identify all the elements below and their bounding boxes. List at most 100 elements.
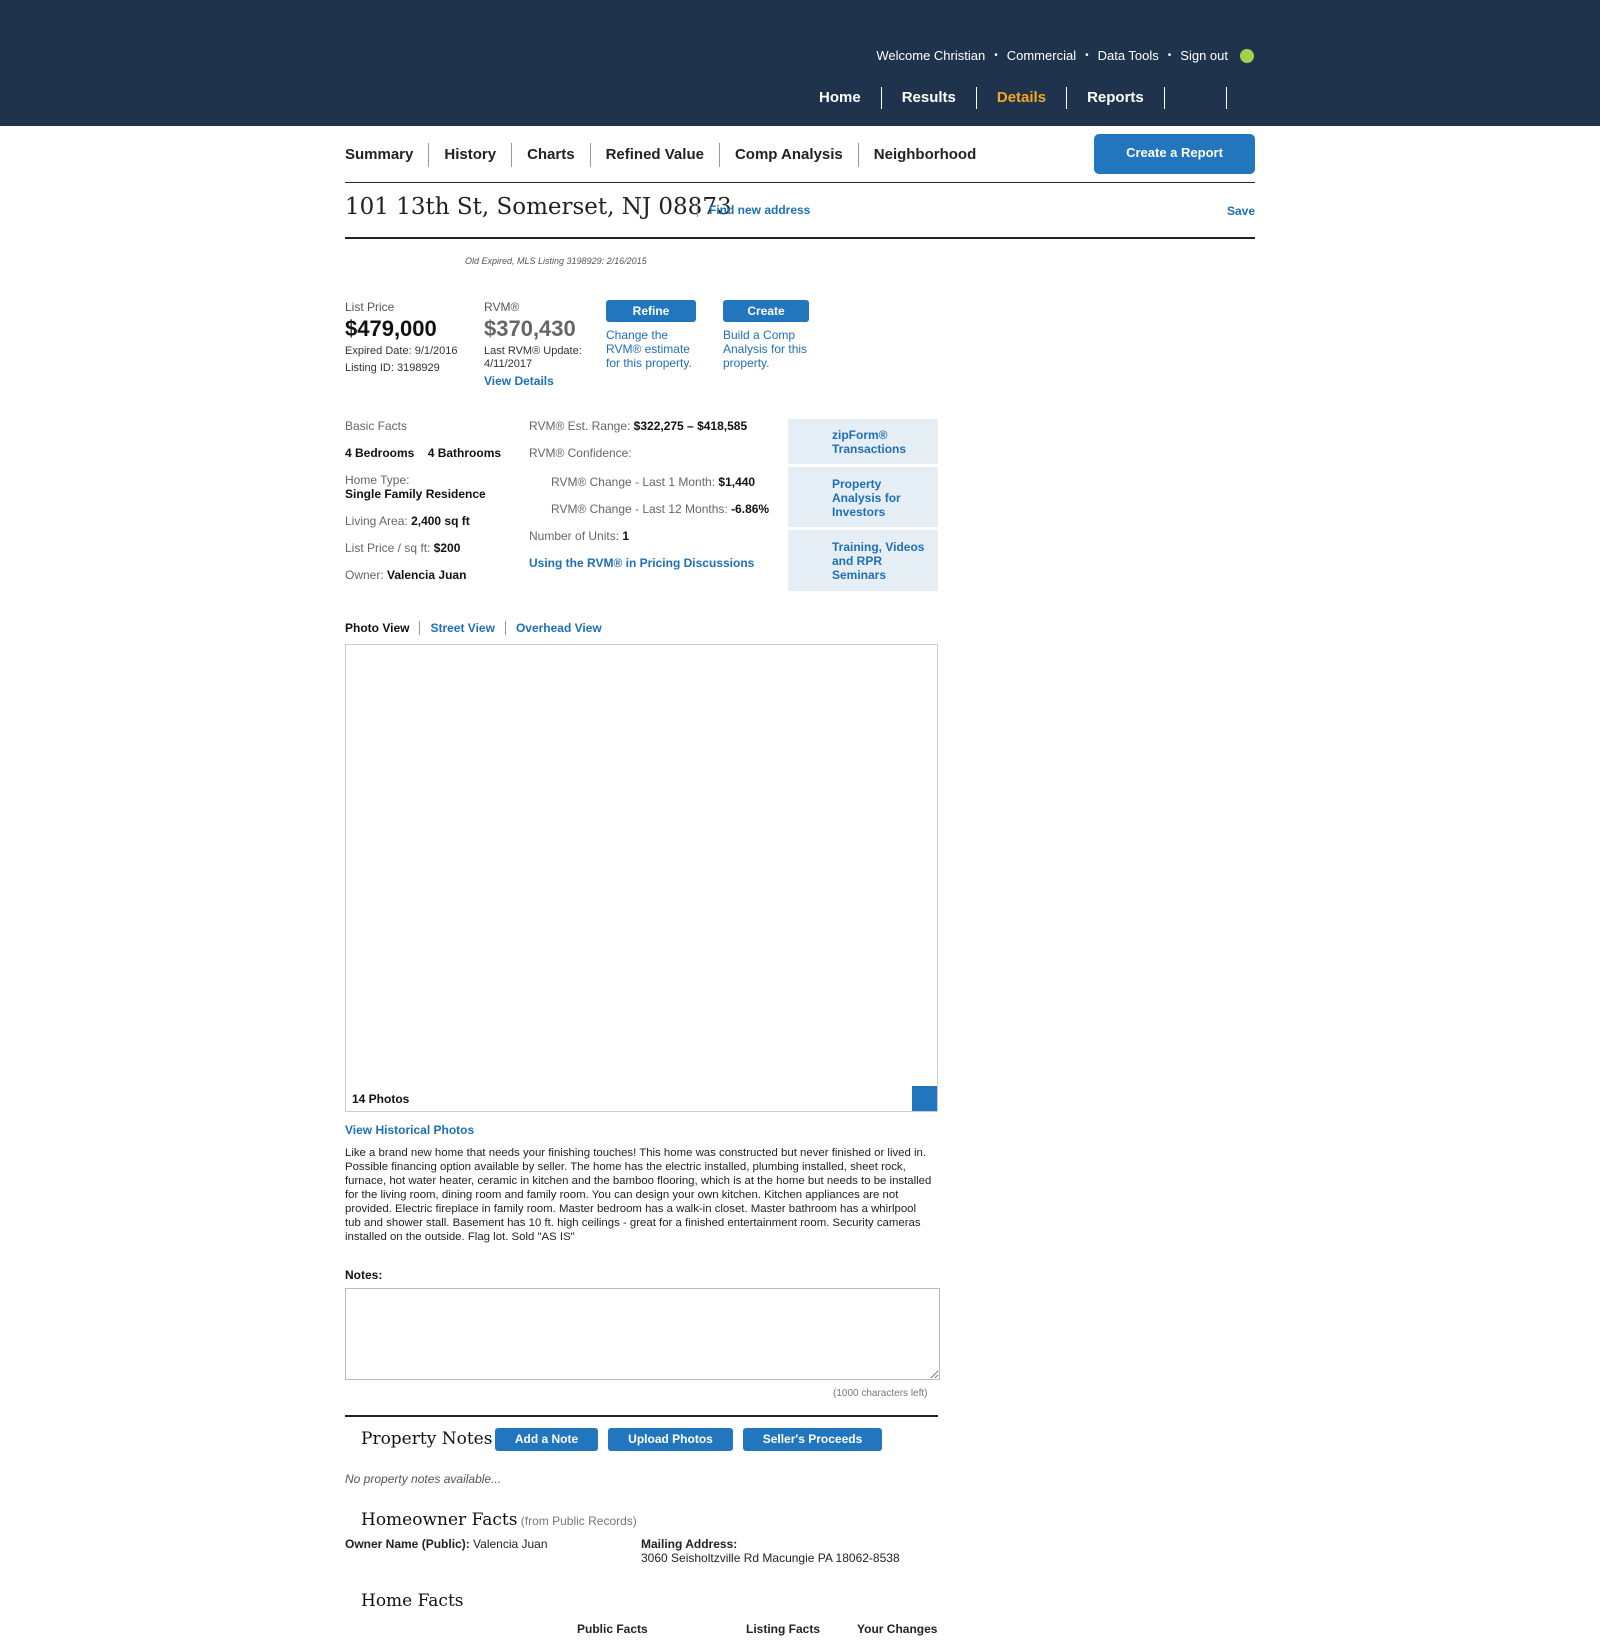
nav-home[interactable]: Home [798, 87, 882, 109]
sellers-proceeds-button[interactable]: Seller's Proceeds [743, 1428, 882, 1451]
rvm-confidence-label: RVM® Confidence: [529, 446, 632, 460]
utility-nav: Welcome Christian • Commercial • Data To… [876, 48, 1254, 63]
upload-photos-button[interactable]: Upload Photos [608, 1428, 733, 1451]
top-header: Welcome Christian • Commercial • Data To… [0, 0, 1600, 126]
expand-photo-button[interactable] [912, 1086, 937, 1111]
create-line: Analysis for this [723, 342, 808, 356]
add-note-button[interactable]: Add a Note [495, 1428, 598, 1451]
side-link-line: Property [832, 477, 882, 491]
rvm-range-label: RVM® Est. Range: [529, 419, 631, 433]
rvm-label: RVM® [484, 300, 520, 314]
list-price-value: $479,000 [345, 316, 437, 341]
owner-name-value: Valencia Juan [473, 1537, 548, 1551]
create-report-button[interactable]: Create a Report [1094, 134, 1255, 174]
owner-value: Valencia Juan [387, 568, 467, 582]
photo-view-tabs: Photo View Street View Overhead View [345, 621, 612, 635]
create-line: property. [723, 356, 770, 370]
rvm-update-label: Last RVM® Update: [484, 345, 582, 357]
view-details-link[interactable]: View Details [484, 374, 554, 388]
rvm-value: $370,430 [484, 316, 576, 341]
main-nav: Home Results Details Reports [798, 87, 1227, 109]
rvm-change-12m-value: -6.86% [731, 502, 770, 516]
listing-facts-header: Listing Facts [746, 1622, 821, 1636]
divider [345, 182, 1255, 183]
separator-dot: • [1085, 50, 1089, 61]
view-historical-photos-link[interactable]: View Historical Photos [345, 1123, 474, 1137]
tab-summary[interactable]: Summary [345, 143, 428, 167]
nav-details[interactable]: Details [977, 87, 1068, 109]
training-seminars-link[interactable]: Training, Videos and RPR Seminars [788, 530, 938, 591]
notes-label: Notes: [345, 1268, 383, 1282]
refine-line: RVM® estimate [606, 342, 690, 356]
rvm-change-12m-label: RVM® Change - Last 12 Months: [551, 502, 728, 516]
units-label: Number of Units: [529, 529, 620, 543]
bed-bath-row: 4 Bedrooms 4 Bathrooms [345, 446, 501, 460]
home-type-value: Single Family Residence [345, 487, 486, 501]
online-status-icon [1240, 48, 1254, 63]
owner-label: Owner: [345, 568, 384, 582]
expired-date: Expired Date: 9/1/2016 [345, 345, 458, 357]
create-description: Build a Comp Analysis for this property. [723, 328, 807, 370]
commercial-link[interactable]: Commercial [1007, 48, 1076, 63]
public-facts-header: Public Facts [577, 1622, 648, 1636]
data-tools-link[interactable]: Data Tools [1098, 48, 1159, 63]
home-facts-title: Home Facts [361, 1591, 464, 1611]
nav-reports[interactable]: Reports [1067, 87, 1165, 109]
nav-results[interactable]: Results [882, 87, 977, 109]
refine-button[interactable]: Refine [606, 300, 696, 322]
side-link-line: zipForm® [832, 428, 888, 442]
side-link-line: Investors [832, 505, 886, 519]
find-new-address-link[interactable]: Find new address [697, 203, 810, 217]
side-link-line: Training, Videos [832, 540, 925, 554]
rvm-change-12m-row: RVM® Change - Last 12 Months: -6.86% [551, 502, 769, 516]
mailing-address-label: Mailing Address: [641, 1537, 737, 1551]
divider [345, 1415, 938, 1417]
rvm-pricing-link[interactable]: Using the RVM® in Pricing Discussions [529, 556, 754, 570]
notes-textarea[interactable] [345, 1288, 940, 1380]
rvm-change-1m-value: $1,440 [718, 475, 756, 489]
refine-line: Change the [606, 328, 669, 342]
tab-photo-view[interactable]: Photo View [345, 621, 419, 635]
price-per-sqft-value: $200 [433, 541, 461, 555]
tab-overhead-view[interactable]: Overhead View [504, 621, 612, 635]
property-analysis-investors-link[interactable]: Property Analysis for Investors [788, 467, 938, 527]
tab-comp-analysis[interactable]: Comp Analysis [718, 143, 858, 167]
zipform-transactions-link[interactable]: zipForm® Transactions [788, 419, 938, 464]
sign-out-link[interactable]: Sign out [1180, 48, 1228, 63]
tab-history[interactable]: History [428, 143, 511, 167]
nav-empty-slot [1165, 87, 1227, 109]
create-comp-button[interactable]: Create [723, 300, 809, 322]
photo-count: 14 Photos [352, 1092, 410, 1106]
units-row: Number of Units: 1 [529, 529, 629, 543]
refine-line: for this property. [606, 356, 692, 370]
tab-neighborhood[interactable]: Neighborhood [857, 143, 991, 167]
living-area-value: 2,400 sq ft [411, 514, 470, 528]
tab-refined-value[interactable]: Refined Value [589, 143, 719, 167]
home-type-label: Home Type: [345, 473, 410, 487]
price-per-sqft-row: List Price / sq ft: $200 [345, 541, 460, 555]
bathrooms: 4 Bathrooms [427, 446, 502, 460]
photo-viewer[interactable]: 14 Photos [345, 644, 938, 1112]
tab-charts[interactable]: Charts [511, 143, 590, 167]
homeowner-facts-heading: Homeowner Facts (from Public Records) [361, 1510, 637, 1530]
mls-listing-info: Old Expired, MLS Listing 3198929: 2/16/2… [465, 256, 647, 266]
save-link[interactable]: Save [1227, 204, 1255, 218]
mailing-address-value: 3060 Seisholtzville Rd Macungie PA 18062… [641, 1551, 900, 1565]
tab-street-view[interactable]: Street View [419, 621, 504, 635]
rvm-range-value: $322,275 – $418,585 [633, 419, 748, 433]
side-link-line: and RPR [832, 554, 883, 568]
side-link-line: Analysis for [832, 491, 901, 505]
rvm-change-1m-label: RVM® Change - Last 1 Month: [551, 475, 716, 489]
rvm-range-row: RVM® Est. Range: $322,275 – $418,585 [529, 419, 747, 433]
welcome-link[interactable]: Welcome Christian [876, 48, 985, 63]
homeowner-facts-title: Homeowner Facts [361, 1510, 518, 1530]
refine-description: Change the RVM® estimate for this proper… [606, 328, 692, 370]
mailing-label-text: Mailing Address: [641, 1537, 738, 1551]
detail-tabs: Summary History Charts Refined Value Com… [345, 143, 991, 167]
property-address: 101 13th St, Somerset, NJ 08873 [345, 194, 732, 220]
no-notes-message: No property notes available... [345, 1472, 502, 1486]
rvm-change-1m-row: RVM® Change - Last 1 Month: $1,440 [551, 475, 755, 489]
your-changes-header: Your Changes [857, 1622, 938, 1636]
owner-name-row: Owner Name (Public): Valencia Juan [345, 1537, 548, 1551]
price-per-sqft-label: List Price / sq ft: [345, 541, 431, 555]
